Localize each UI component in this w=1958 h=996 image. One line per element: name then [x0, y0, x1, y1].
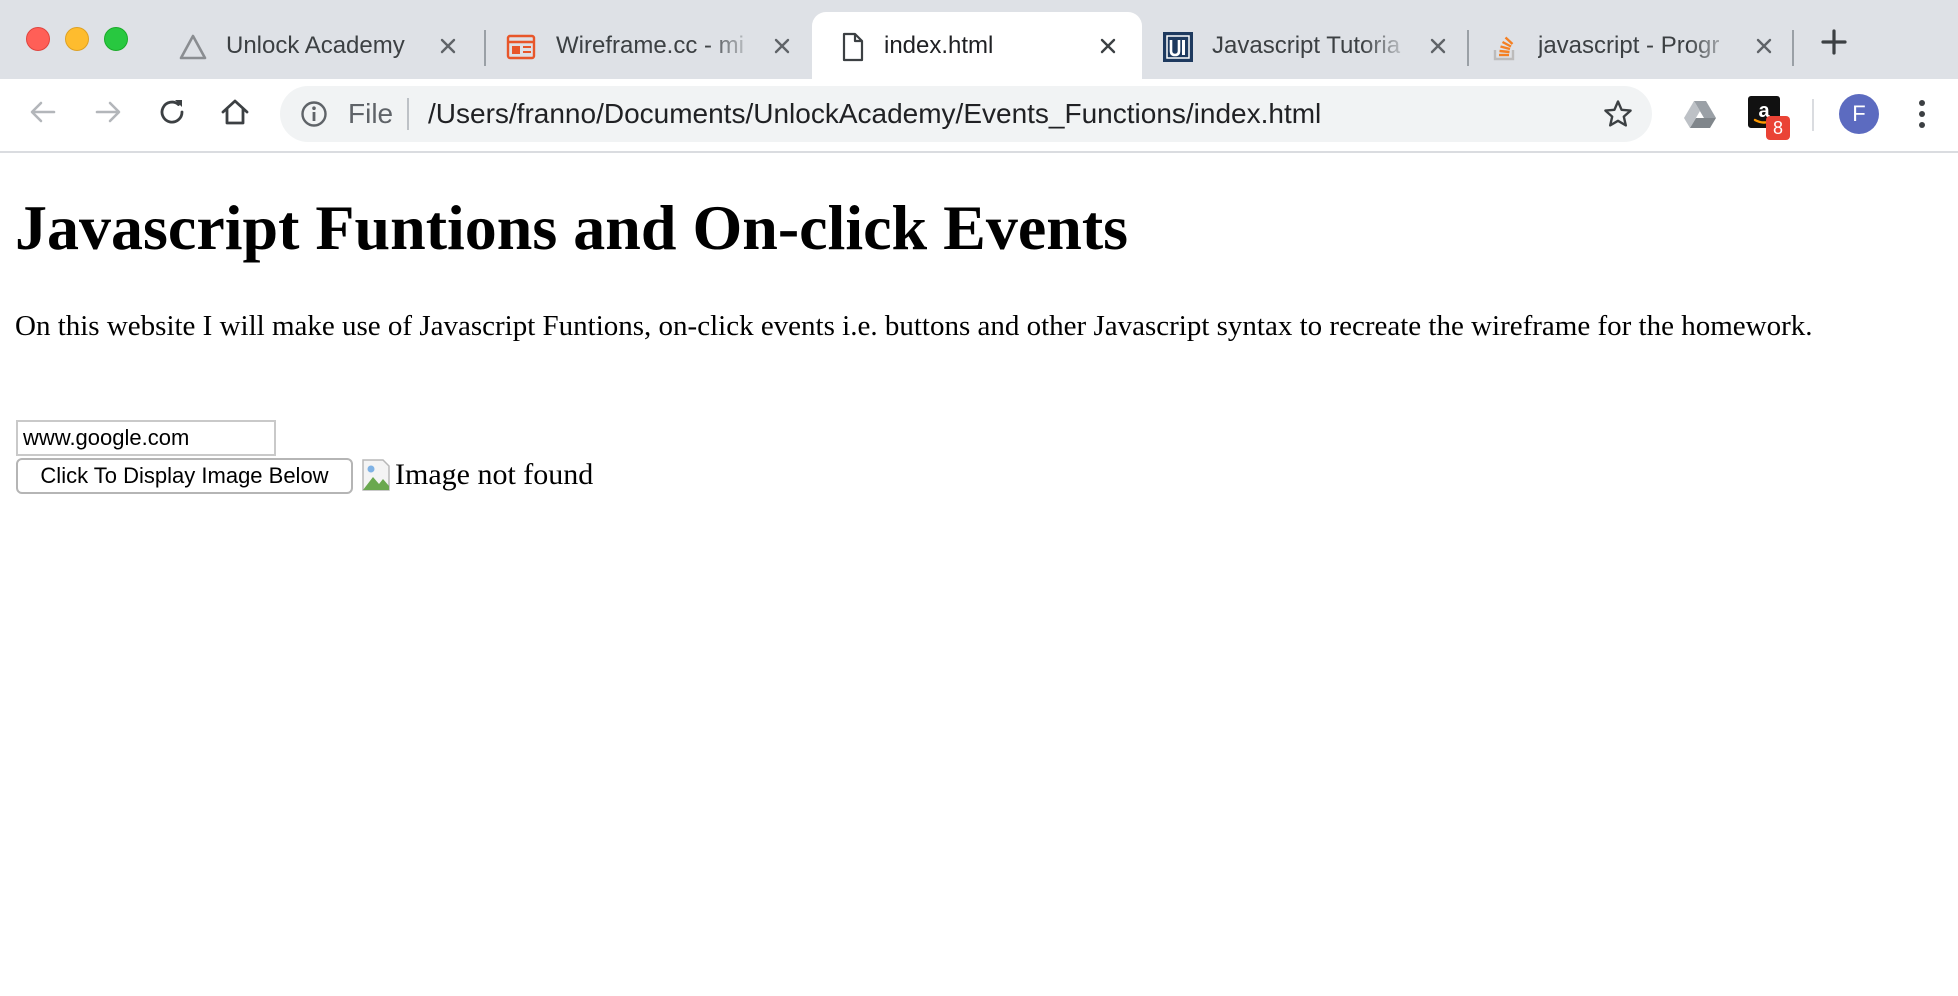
- close-icon[interactable]: [770, 34, 794, 58]
- google-drive-icon[interactable]: [1682, 96, 1718, 132]
- window-close-button[interactable]: [26, 27, 50, 51]
- stackoverflow-icon: [1490, 32, 1520, 62]
- home-button[interactable]: [215, 94, 255, 134]
- wireframe-icon: [506, 32, 536, 62]
- page-title: Javascript Funtions and On-click Events: [15, 192, 1129, 263]
- address-divider: [407, 98, 409, 130]
- document-icon: [838, 32, 868, 62]
- tab-title: Unlock Academy: [226, 32, 405, 59]
- profile-avatar[interactable]: F: [1839, 94, 1879, 134]
- close-icon[interactable]: [1096, 34, 1120, 58]
- tab-separator: [1792, 30, 1794, 66]
- home-icon: [219, 96, 251, 133]
- info-icon[interactable]: [300, 100, 328, 128]
- tab-title: index.html: [884, 32, 994, 59]
- window-minimize-button[interactable]: [65, 27, 89, 51]
- tab-strip: Unlock Academy Wireframe.cc - mi index.h…: [0, 0, 1958, 79]
- reload-icon: [156, 96, 188, 133]
- address-bar[interactable]: File /Users/franno/Documents/UnlockAcade…: [280, 86, 1652, 142]
- triangle-icon: [178, 32, 208, 62]
- image-alt-text: Image not found: [395, 458, 594, 491]
- tab-separator: [1467, 30, 1469, 66]
- reload-button[interactable]: [152, 94, 192, 134]
- tab-title: javascript - Progr: [1538, 32, 1720, 59]
- star-icon[interactable]: [1602, 98, 1634, 130]
- arrow-right-icon: [93, 97, 123, 132]
- tab-wireframe[interactable]: Wireframe.cc - mi: [506, 12, 806, 79]
- page-description: On this website I will make use of Javas…: [15, 310, 1813, 342]
- tab-index-html[interactable]: index.html: [812, 12, 1142, 79]
- url-input[interactable]: [16, 420, 276, 456]
- browser-toolbar: File /Users/franno/Documents/UnlockAcade…: [0, 79, 1958, 153]
- broken-image-icon: [361, 458, 393, 492]
- tab-stackoverflow[interactable]: javascript - Progr: [1490, 12, 1790, 79]
- broken-image: Image not found: [361, 455, 593, 495]
- forward-button[interactable]: [88, 94, 128, 134]
- close-icon[interactable]: [1426, 34, 1450, 58]
- display-image-button[interactable]: Click To Display Image Below: [16, 458, 353, 494]
- extension-badge: 8: [1766, 116, 1790, 140]
- tab-javascript-tutorial[interactable]: Javascript Tutoria: [1162, 12, 1462, 79]
- close-icon[interactable]: [1752, 34, 1776, 58]
- back-button[interactable]: [23, 94, 63, 134]
- window-zoom-button[interactable]: [104, 27, 128, 51]
- new-tab-button[interactable]: [1818, 28, 1850, 60]
- tab-separator: [484, 30, 486, 66]
- plus-icon: [1820, 28, 1848, 61]
- arrow-left-icon: [28, 97, 58, 132]
- ui-logo-icon: [1162, 31, 1194, 63]
- url-scheme-label: File: [348, 98, 394, 129]
- tab-title: Javascript Tutoria: [1212, 32, 1401, 59]
- tab-unlock-academy[interactable]: Unlock Academy: [178, 12, 478, 79]
- close-icon[interactable]: [436, 34, 460, 58]
- toolbar-separator: [1812, 99, 1814, 131]
- more-menu-icon[interactable]: [1908, 94, 1936, 134]
- tab-title: Wireframe.cc - mi: [556, 32, 744, 59]
- url-text[interactable]: /Users/franno/Documents/UnlockAcademy/Ev…: [428, 96, 1321, 132]
- page-content: Javascript Funtions and On-click Events …: [0, 153, 1958, 996]
